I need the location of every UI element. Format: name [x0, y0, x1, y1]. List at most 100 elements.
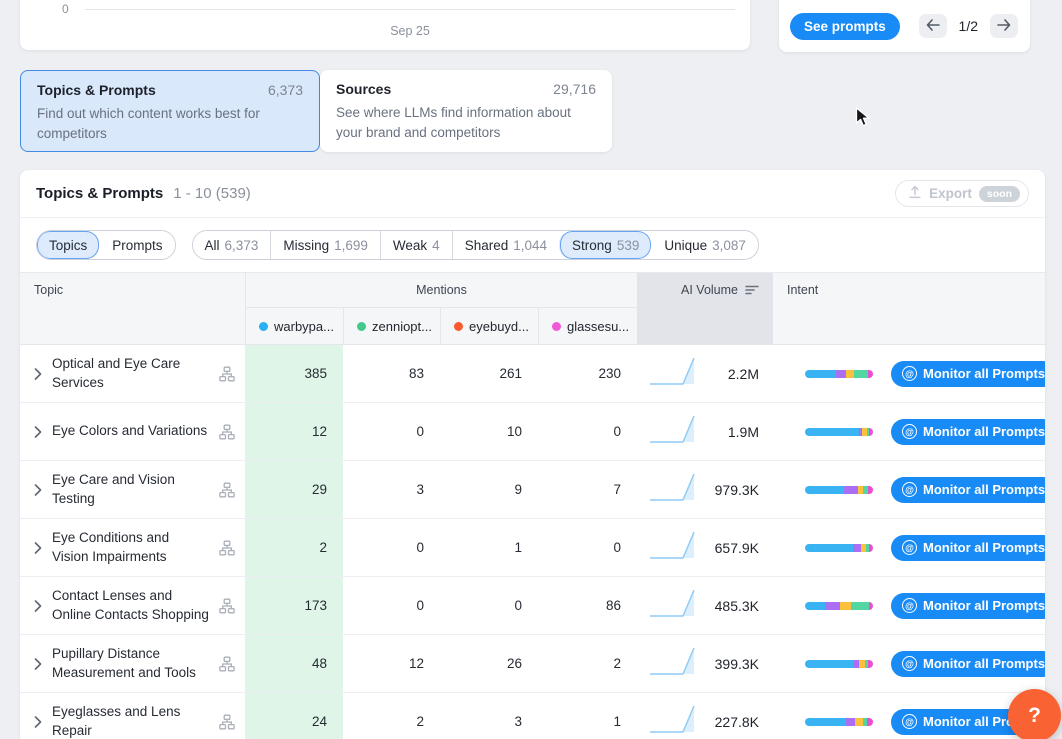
- filter-missing[interactable]: Missing 1,699: [270, 231, 380, 259]
- expand-chevron-icon[interactable]: [34, 716, 42, 728]
- x-axis-date-label: Sep 25: [85, 24, 735, 38]
- topic-name[interactable]: Eye Conditions and Vision Impairments: [52, 529, 209, 565]
- monitor-icon: @: [902, 424, 917, 439]
- see-prompts-button[interactable]: See prompts: [790, 13, 900, 40]
- mentions-value-warbyparker: 12: [245, 403, 343, 460]
- mentions-value-warbyparker: 173: [245, 577, 343, 634]
- nav-card-title: Sources: [336, 81, 391, 97]
- next-page-button[interactable]: [990, 14, 1018, 38]
- topics-prompts-panel: Topics & Prompts 1 - 10 (539) Export soo…: [20, 170, 1045, 739]
- monitor-icon: @: [902, 714, 917, 729]
- filter-unique[interactable]: Unique 3,087: [651, 231, 758, 259]
- mentions-value-zennioptical: 12: [343, 635, 440, 692]
- hierarchy-icon[interactable]: [219, 714, 235, 730]
- trend-sparkline: [647, 583, 699, 628]
- mentions-value-glassesusa: 86: [538, 577, 637, 634]
- toggle-prompts[interactable]: Prompts: [99, 231, 174, 259]
- column-header-ai-volume[interactable]: AI Volume: [637, 273, 773, 344]
- competitor-dot: [552, 322, 561, 331]
- filter-label: Weak: [393, 238, 427, 253]
- monitor-all-prompts-button[interactable]: @ Monitor all Prompts: [891, 535, 1045, 561]
- trend-chart-card: 0 Sep 25: [20, 0, 750, 50]
- monitor-button-label: Monitor all Prompts: [923, 540, 1045, 555]
- monitor-all-prompts-button[interactable]: @ Monitor all Prompts: [891, 593, 1045, 619]
- mentions-value-eyebuydirect: 0: [440, 577, 538, 634]
- filter-count: 1,044: [513, 238, 547, 253]
- topic-name[interactable]: Eye Care and Vision Testing: [52, 471, 209, 507]
- mentions-value-eyebuydirect: 26: [440, 635, 538, 692]
- panel-header: Topics & Prompts 1 - 10 (539) Export soo…: [20, 170, 1045, 218]
- trend-sparkline: [647, 467, 699, 512]
- monitor-all-prompts-button[interactable]: @ Monitor all Prompts: [891, 419, 1045, 445]
- mentions-value-glassesusa: 230: [538, 345, 637, 402]
- hierarchy-icon[interactable]: [219, 424, 235, 440]
- filter-strong[interactable]: Strong 539: [559, 231, 651, 259]
- hierarchy-icon[interactable]: [219, 656, 235, 672]
- filter-label: Missing: [283, 238, 329, 253]
- column-header-competitor-eyebuydirect: eyebuyd...: [440, 308, 538, 344]
- column-header-competitor-glassesusa: glassesu...: [538, 308, 637, 344]
- hierarchy-icon[interactable]: [219, 540, 235, 556]
- trend-sparkline: [647, 409, 699, 454]
- monitor-all-prompts-button[interactable]: @ Monitor all Prompts: [891, 477, 1045, 503]
- nav-card-sources[interactable]: Sources 29,716 See where LLMs find infor…: [320, 70, 612, 152]
- filter-shared[interactable]: Shared 1,044: [452, 231, 559, 259]
- mentions-value-zennioptical: 3: [343, 461, 440, 518]
- ai-volume-value: 485.3K: [715, 598, 759, 614]
- topic-name[interactable]: Eye Colors and Variations: [52, 422, 209, 440]
- mentions-value-warbyparker: 2: [245, 519, 343, 576]
- filter-weak[interactable]: Weak 4: [380, 231, 452, 259]
- monitor-all-prompts-button[interactable]: @ Monitor all Prompts: [891, 361, 1045, 387]
- sort-descending-icon: [745, 283, 759, 299]
- nav-card-title: Topics & Prompts: [37, 82, 156, 98]
- expand-chevron-icon[interactable]: [34, 484, 42, 496]
- ai-volume-value: 1.9M: [728, 424, 759, 440]
- table-row: Eyeglasses and Lens Repair 24 2 3 1 22: [20, 693, 1045, 739]
- competitor-label: eyebuyd...: [469, 319, 529, 334]
- expand-chevron-icon[interactable]: [34, 368, 42, 380]
- topic-name[interactable]: Pupillary Distance Measurement and Tools: [52, 645, 209, 681]
- filter-count: 3,087: [712, 238, 746, 253]
- soon-badge: soon: [979, 186, 1020, 202]
- topics-table: Topic Mentions warbypa... zenniopt... ey…: [20, 272, 1045, 739]
- topic-name[interactable]: Contact Lenses and Online Contacts Shopp…: [52, 587, 209, 623]
- monitor-all-prompts-button[interactable]: @ Monitor all Prompts: [891, 651, 1045, 677]
- topic-name[interactable]: Eyeglasses and Lens Repair: [52, 703, 209, 739]
- filter-label: Strong: [572, 238, 612, 253]
- ai-volume-value: 399.3K: [715, 656, 759, 672]
- export-button[interactable]: Export soon: [895, 180, 1029, 207]
- filter-label: Unique: [664, 238, 707, 253]
- intent-bar: [805, 660, 873, 668]
- toggle-topics[interactable]: Topics: [37, 231, 99, 259]
- column-group-mentions: Mentions warbypa... zenniopt... eyebuyd.…: [245, 273, 637, 344]
- trend-sparkline: [647, 351, 699, 396]
- expand-chevron-icon[interactable]: [34, 658, 42, 670]
- table-row: Contact Lenses and Online Contacts Shopp…: [20, 577, 1045, 635]
- competitor-label: glassesu...: [567, 319, 629, 334]
- arrow-right-icon: [997, 19, 1011, 34]
- trend-sparkline: [647, 641, 699, 686]
- intent-bar: [805, 428, 873, 436]
- expand-chevron-icon[interactable]: [34, 542, 42, 554]
- view-toggle-group: Topics Prompts: [36, 230, 176, 260]
- page-indicator: 1/2: [959, 18, 978, 34]
- mentions-value-eyebuydirect: 9: [440, 461, 538, 518]
- help-button[interactable]: ?: [1008, 689, 1061, 739]
- competitor-dot: [357, 322, 366, 331]
- ai-volume-value: 979.3K: [715, 482, 759, 498]
- filter-all[interactable]: All 6,373: [193, 231, 271, 259]
- mentions-value-warbyparker: 48: [245, 635, 343, 692]
- nav-card-topics-prompts[interactable]: Topics & Prompts 6,373 Find out which co…: [20, 70, 320, 152]
- mentions-value-glassesusa: 1: [538, 693, 637, 739]
- nav-card-description: Find out which content works best for co…: [37, 104, 303, 143]
- hierarchy-icon[interactable]: [219, 366, 235, 382]
- expand-chevron-icon[interactable]: [34, 600, 42, 612]
- hierarchy-icon[interactable]: [219, 598, 235, 614]
- competitor-label: zenniopt...: [372, 319, 432, 334]
- expand-chevron-icon[interactable]: [34, 426, 42, 438]
- topic-name[interactable]: Optical and Eye Care Services: [52, 355, 209, 391]
- prev-page-button[interactable]: [919, 14, 947, 38]
- hierarchy-icon[interactable]: [219, 482, 235, 498]
- mentions-value-zennioptical: 0: [343, 577, 440, 634]
- mentions-value-eyebuydirect: 10: [440, 403, 538, 460]
